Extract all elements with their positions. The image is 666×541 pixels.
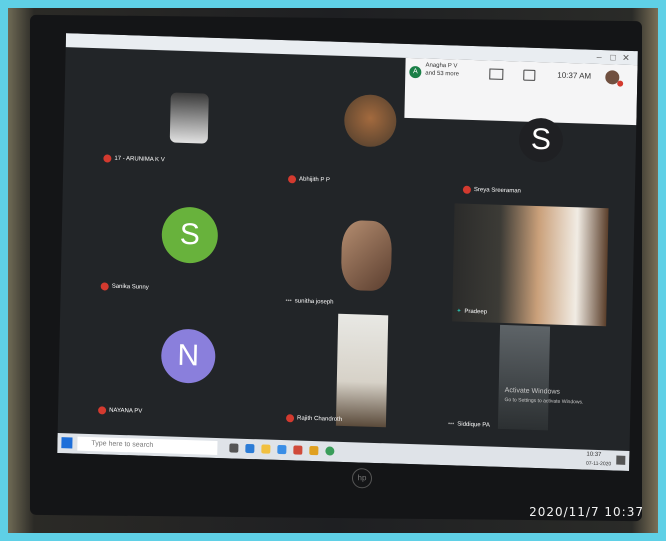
maximize-icon[interactable]: □ [610, 52, 616, 62]
notification-icon[interactable] [616, 455, 626, 465]
chrome-icon[interactable] [325, 446, 335, 456]
participant-label: Abhijith P P [287, 175, 330, 184]
more-options-icon[interactable]: ••• [448, 421, 454, 427]
participant-label: Sreya Sreeraman [462, 185, 521, 196]
store-icon[interactable] [277, 444, 287, 455]
app-icon[interactable] [309, 445, 319, 456]
avatar: A [409, 65, 422, 79]
participant-avatar[interactable]: S [161, 206, 219, 264]
meeting-topbar: A Anagha P V and 53 more 10:37 AM [404, 57, 638, 126]
chat-icon[interactable] [523, 69, 536, 81]
notification-dot [617, 80, 624, 87]
participant-label: ••• sunitha joseph [285, 298, 334, 306]
participant-video[interactable] [335, 313, 389, 428]
meeting-clock: 10:37 AM [557, 70, 592, 81]
speaking-icon: ✦ [456, 308, 462, 315]
mic-muted-icon [98, 406, 107, 415]
mic-muted-icon [287, 175, 297, 184]
minimize-icon[interactable]: – [597, 52, 602, 62]
participant-video[interactable] [343, 93, 397, 148]
participant-label: Rajith Chandroth [285, 414, 342, 424]
participant-label: 17 - ARUNIMA K V [103, 154, 165, 164]
windows-taskbar: Type here to search 10:37 07-11-2020 [57, 432, 630, 471]
participant-video[interactable] [340, 219, 393, 292]
participants-overflow-count: and 53 more [425, 70, 460, 78]
mic-muted-icon [100, 282, 109, 291]
taskbar-time: 10:37 [586, 451, 602, 459]
edge-icon[interactable] [245, 443, 255, 454]
mic-muted-icon [462, 185, 471, 194]
participant-label: ••• Siddique PA [447, 421, 490, 429]
monitor-bezel: – □ ✕ A Anagha P V and 53 more 10:37 AM [30, 14, 642, 522]
participant-avatar[interactable]: N [160, 328, 216, 384]
browser-chrome: – □ ✕ [65, 33, 638, 66]
meeting-screen: – □ ✕ A Anagha P V and 53 more 10:37 AM [57, 33, 638, 471]
close-icon[interactable]: ✕ [622, 53, 630, 64]
hp-logo: hp [352, 468, 372, 489]
participants-overflow-name: Anagha P V [425, 62, 458, 70]
mic-muted-icon [103, 154, 112, 163]
taskbar-date: 07-11-2020 [585, 460, 612, 468]
taskbar-search-input[interactable]: Type here to search [77, 436, 218, 456]
task-view-icon[interactable] [229, 443, 239, 453]
participant-label: Sanika Sunny [100, 282, 149, 292]
participant-label: NAYANA PV [98, 406, 142, 415]
participant-video[interactable] [497, 324, 551, 431]
participant-tile[interactable] [164, 86, 215, 150]
participant-video [169, 92, 209, 144]
photo: – □ ✕ A Anagha P V and 53 more 10:37 AM [8, 8, 658, 533]
more-options-icon[interactable]: ••• [285, 298, 291, 304]
participant-avatar[interactable]: S [518, 117, 564, 163]
windows-start-icon[interactable] [61, 437, 73, 449]
people-icon[interactable] [489, 68, 504, 80]
file-explorer-icon[interactable] [261, 444, 271, 454]
mail-icon[interactable] [293, 445, 303, 455]
participant-label: ✦ Pradeep [456, 308, 488, 315]
photo-timestamp: 2020/11/7 10:37 [529, 505, 644, 519]
mic-muted-icon [285, 414, 295, 423]
